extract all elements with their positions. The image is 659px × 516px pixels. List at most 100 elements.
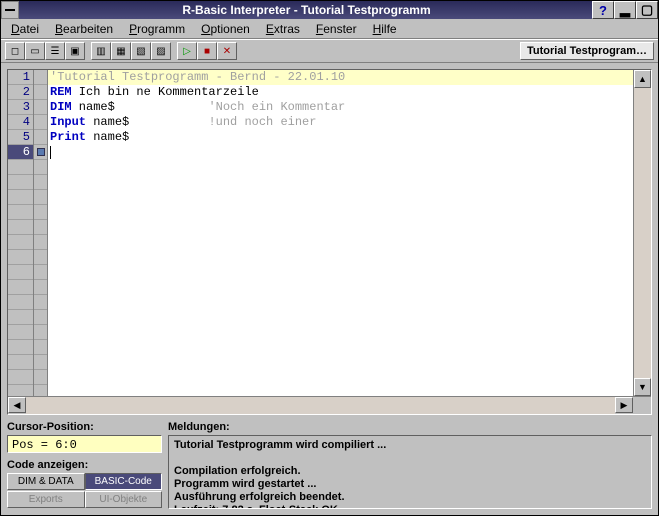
- line-number[interactable]: [8, 190, 33, 205]
- help-button[interactable]: ?: [592, 1, 614, 19]
- menu-extras[interactable]: Extras: [260, 20, 306, 38]
- stop-icon[interactable]: ■: [197, 42, 217, 60]
- breakpoint-slot[interactable]: [34, 295, 47, 310]
- line-number[interactable]: [8, 160, 33, 175]
- breakpoint-slot[interactable]: [34, 220, 47, 235]
- menu-datei[interactable]: Datei: [5, 20, 45, 38]
- scroll-track[interactable]: [634, 88, 651, 378]
- breakpoint-slot[interactable]: [34, 370, 47, 385]
- line-number[interactable]: 1: [8, 70, 33, 85]
- form4-icon[interactable]: ▨: [151, 42, 171, 60]
- tab-basic-code[interactable]: BASIC-Code: [85, 473, 163, 490]
- message-line: Compilation erfolgreich.: [174, 465, 646, 478]
- breakpoint-slot[interactable]: [34, 205, 47, 220]
- menu-programm[interactable]: Programm: [123, 20, 191, 38]
- breakpoint-slot[interactable]: [34, 310, 47, 325]
- line-number[interactable]: 6: [8, 145, 33, 160]
- line-number[interactable]: [8, 310, 33, 325]
- maximize-button[interactable]: ▢: [636, 1, 658, 19]
- code-line[interactable]: Print name$: [48, 130, 633, 145]
- line-number[interactable]: [8, 325, 33, 340]
- scroll-left-icon[interactable]: ◀: [8, 397, 26, 413]
- menu-hilfe[interactable]: Hilfe: [367, 20, 403, 38]
- line-number[interactable]: [8, 235, 33, 250]
- menubar: DateiBearbeitenProgrammOptionenExtrasFen…: [1, 19, 658, 39]
- breakpoint-slot[interactable]: [34, 70, 47, 85]
- editor-pane: 123456 'Tutorial Testprogramm - Bernd - …: [7, 69, 652, 415]
- document-tab[interactable]: Tutorial Testprogram…: [520, 42, 654, 60]
- line-number[interactable]: [8, 280, 33, 295]
- line-number[interactable]: [8, 175, 33, 190]
- tab-exports: Exports: [7, 491, 85, 508]
- breakpoint-slot[interactable]: [34, 190, 47, 205]
- code-line[interactable]: DIM name$ 'Noch ein Kommentar: [48, 100, 633, 115]
- titlebar: R-Basic Interpreter - Tutorial Testprogr…: [1, 1, 658, 19]
- scroll-up-icon[interactable]: ▲: [634, 70, 651, 88]
- system-menu-icon[interactable]: [1, 1, 19, 19]
- form3-icon[interactable]: ▧: [131, 42, 151, 60]
- codeview-label: Code anzeigen:: [7, 459, 162, 471]
- line-number[interactable]: [8, 265, 33, 280]
- new-icon[interactable]: ◻: [5, 42, 25, 60]
- line-number[interactable]: [8, 205, 33, 220]
- folder-icon[interactable]: ▣: [65, 42, 85, 60]
- line-number[interactable]: [8, 250, 33, 265]
- line-number[interactable]: [8, 295, 33, 310]
- code-line[interactable]: REM Ich bin ne Kommentarzeile: [48, 85, 633, 100]
- breakpoint-slot[interactable]: [34, 130, 47, 145]
- menu-bearbeiten[interactable]: Bearbeiten: [49, 20, 119, 38]
- vertical-scrollbar[interactable]: ▲ ▼: [633, 70, 651, 396]
- line-number[interactable]: 2: [8, 85, 33, 100]
- breakpoint-slot[interactable]: [34, 250, 47, 265]
- line-number[interactable]: 5: [8, 130, 33, 145]
- scroll-right-icon[interactable]: ▶: [615, 397, 633, 413]
- scroll-down-icon[interactable]: ▼: [634, 378, 651, 396]
- breakpoint-slot[interactable]: [34, 145, 47, 160]
- breakpoint-slot[interactable]: [34, 160, 47, 175]
- message-line: [174, 452, 646, 465]
- run-icon[interactable]: ▷: [177, 42, 197, 60]
- breakpoint-slot[interactable]: [34, 280, 47, 295]
- line-number[interactable]: [8, 220, 33, 235]
- message-line: Laufzeit: 7,82 s, Float-Stack OK: [174, 504, 646, 509]
- breakpoint-slot[interactable]: [34, 85, 47, 100]
- line-number[interactable]: [8, 355, 33, 370]
- list-icon[interactable]: ☰: [45, 42, 65, 60]
- line-number[interactable]: 3: [8, 100, 33, 115]
- menu-optionen[interactable]: Optionen: [195, 20, 256, 38]
- breakpoint-gutter[interactable]: [34, 70, 48, 396]
- breakpoint-slot[interactable]: [34, 265, 47, 280]
- line-number[interactable]: [8, 340, 33, 355]
- message-line: Ausführung erfolgreich beendet.: [174, 491, 646, 504]
- horizontal-scrollbar[interactable]: ◀ ▶: [8, 396, 651, 414]
- open-icon[interactable]: ▭: [25, 42, 45, 60]
- form1-icon[interactable]: ▥: [91, 42, 111, 60]
- scroll-track[interactable]: [26, 397, 615, 414]
- breakpoint-slot[interactable]: [34, 115, 47, 130]
- status-panel: Cursor-Position: Pos = 6:0 Code anzeigen…: [7, 421, 652, 509]
- line-number[interactable]: [8, 385, 33, 396]
- message-line: Programm wird gestartet ...: [174, 478, 646, 491]
- code-line[interactable]: Input name$ !und noch einer: [48, 115, 633, 130]
- tab-dim-data[interactable]: DIM & DATA: [7, 473, 85, 490]
- menu-fenster[interactable]: Fenster: [310, 20, 363, 38]
- breakpoint-slot[interactable]: [34, 100, 47, 115]
- close-icon[interactable]: ✕: [217, 42, 237, 60]
- line-number[interactable]: [8, 370, 33, 385]
- code-line[interactable]: 'Tutorial Testprogramm - Bernd - 22.01.1…: [48, 70, 633, 85]
- line-gutter[interactable]: 123456: [8, 70, 34, 396]
- app-window: R-Basic Interpreter - Tutorial Testprogr…: [0, 0, 659, 516]
- breakpoint-slot[interactable]: [34, 325, 47, 340]
- line-number[interactable]: 4: [8, 115, 33, 130]
- breakpoint-slot[interactable]: [34, 175, 47, 190]
- messages-label: Meldungen:: [168, 421, 652, 433]
- breakpoint-slot[interactable]: [34, 235, 47, 250]
- tab-ui-objekte: UI-Objekte: [85, 491, 163, 508]
- breakpoint-slot[interactable]: [34, 385, 47, 396]
- code-editor[interactable]: 'Tutorial Testprogramm - Bernd - 22.01.1…: [48, 70, 633, 396]
- form2-icon[interactable]: ▦: [111, 42, 131, 60]
- code-line[interactable]: [48, 145, 633, 160]
- breakpoint-slot[interactable]: [34, 340, 47, 355]
- minimize-button[interactable]: ▂: [614, 1, 636, 19]
- breakpoint-slot[interactable]: [34, 355, 47, 370]
